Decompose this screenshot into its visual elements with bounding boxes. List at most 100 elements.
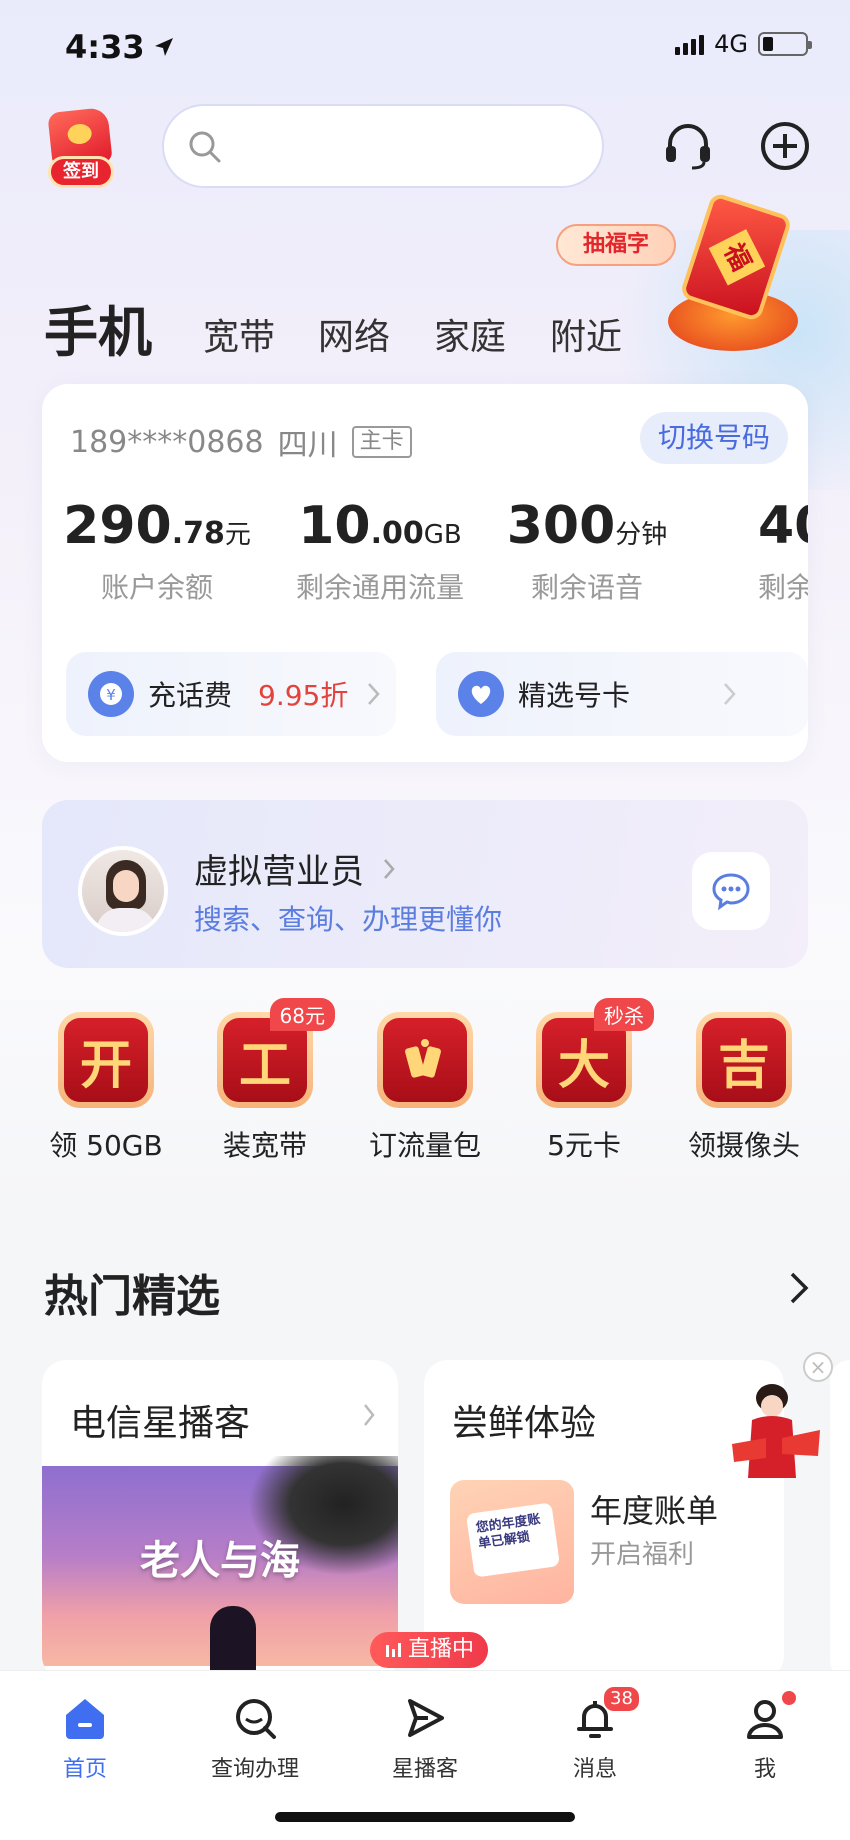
quick-item-data-pack[interactable]: 订流量包 (355, 1012, 495, 1164)
status-indicators: 4G (675, 30, 812, 58)
tabbar-messages[interactable]: 38 消息 (520, 1685, 670, 1783)
phone-info: 189****0868 四川 主卡 (70, 420, 412, 464)
tabbar-podcast[interactable]: 星播客 (350, 1691, 500, 1783)
card-title: 尝鲜体验 (452, 1403, 597, 1444)
promo-tag: 抽福字 (556, 224, 676, 266)
chevron-right-icon (724, 683, 736, 705)
location-arrow-icon (154, 38, 173, 56)
tab-label: 星播客 (391, 1757, 458, 1782)
tab-label: 消息 (572, 1757, 617, 1782)
search-icon (236, 1699, 276, 1739)
live-podcast-card[interactable]: 电信星播客 老人与海 (42, 1360, 398, 1680)
assistant-title: 虚拟营业员 (194, 852, 364, 892)
chat-bubble-icon (712, 873, 750, 911)
search-icon (189, 131, 221, 163)
battery-icon (758, 32, 812, 56)
virtual-assistant-card[interactable]: 虚拟营业员 搜索、查询、办理更懂你 (42, 800, 808, 968)
cover-title: 老人与海 (140, 1538, 300, 1584)
unread-dot (782, 1691, 796, 1705)
bill-image-text: 您的年度账单已解锁 (465, 1502, 561, 1578)
recharge-button[interactable]: ¥ 充话费 9.95折 (66, 652, 396, 736)
chevron-right-icon (364, 1404, 375, 1426)
account-card: 189****0868 四川 主卡 切换号码 290.78元 账户余额 10.0… (42, 384, 808, 762)
recharge-label: 充话费 (148, 679, 233, 712)
network-type: 4G (714, 30, 748, 58)
chevron-right-icon[interactable] (784, 1268, 814, 1308)
tab-broadband[interactable]: 宽带 (203, 308, 275, 360)
bill-subtitle: 开启福利 (590, 1540, 695, 1570)
live-cover-image: 老人与海 (42, 1456, 398, 1676)
svg-text:¥: ¥ (106, 686, 116, 704)
tab-nearby[interactable]: 附近 (550, 308, 622, 360)
tabbar-me[interactable]: 我 (690, 1691, 840, 1783)
hot-section-title: 热门精选 (44, 1271, 220, 1322)
switch-number-button[interactable]: 切换号码 (639, 412, 788, 464)
phone-number: 189****0868 (70, 424, 264, 460)
card-title: 电信星播客 (70, 1403, 251, 1444)
send-icon (408, 1699, 444, 1737)
stat-label: 账户余额 (100, 571, 213, 604)
home-indicator (275, 1812, 575, 1822)
search-input[interactable] (162, 104, 604, 188)
tab-label: 首页 (62, 1757, 107, 1782)
quick-item-broadband[interactable]: 68元 工 装宽带 (195, 998, 335, 1164)
live-now-pill[interactable]: 直播中 (370, 1632, 489, 1668)
assistant-subtitle: 搜索、查询、办理更懂你 (194, 903, 503, 936)
tab-phone[interactable]: 手机 (44, 288, 152, 367)
kai-icon: 开 (58, 1012, 154, 1108)
tabbar-query[interactable]: 查询办理 (180, 1691, 330, 1783)
assistant-avatar (78, 846, 168, 936)
home-icon (66, 1699, 104, 1739)
bill-title: 年度账单 (590, 1492, 719, 1530)
phone-region: 四川 (277, 428, 338, 463)
tab-label: 我 (753, 1757, 776, 1782)
quick-item-label: 装宽带 (222, 1129, 307, 1162)
firecracker-icon (377, 1012, 473, 1108)
next-card-peek[interactable] (830, 1360, 850, 1680)
stat-label: 剩余语音 (530, 571, 643, 604)
status-time: 4:33 (65, 28, 175, 66)
quick-item-camera[interactable]: 吉 领摄像头 (674, 1012, 814, 1164)
fu-char: 福 (708, 229, 766, 286)
live-bars-icon (386, 1643, 401, 1657)
recharge-discount: 9.95折 (258, 679, 349, 712)
live-pill-label: 直播中 (408, 1637, 475, 1662)
heart-icon (458, 671, 504, 717)
stat-other[interactable]: 40 剩余 (758, 496, 808, 606)
stat-label: 剩余通用流量 (295, 571, 464, 604)
chevron-right-icon (384, 858, 395, 879)
tab-label: 查询办理 (210, 1757, 299, 1782)
yen-icon: ¥ (88, 671, 134, 717)
assistant-title-row: 虚拟营业员 (194, 844, 396, 893)
card-type-badge: 主卡 (351, 426, 412, 458)
quick-item-label: 订流量包 (368, 1129, 481, 1162)
chat-button[interactable] (692, 852, 770, 930)
quick-item-label: 5元卡 (547, 1129, 621, 1162)
ji-icon: 吉 (696, 1012, 792, 1108)
price-badge: 68元 (269, 998, 335, 1031)
message-count-badge: 38 (602, 1685, 641, 1713)
time-text: 4:33 (65, 28, 145, 66)
signal-icon (675, 33, 705, 55)
flash-sale-badge: 秒杀 (594, 998, 654, 1031)
stat-balance[interactable]: 290.78元 账户余额 (62, 496, 252, 606)
chevron-right-icon (368, 683, 380, 705)
customer-service-icon[interactable] (660, 118, 716, 174)
select-number-label: 精选号卡 (518, 679, 631, 712)
annual-bill-image: 您的年度账单已解锁 (450, 1480, 574, 1604)
checkin-button[interactable]: 签到 (42, 107, 118, 190)
stat-data[interactable]: 10.00GB 剩余通用流量 (280, 496, 480, 606)
stat-label: 剩余 (758, 571, 808, 604)
checkin-label: 签到 (48, 156, 114, 188)
tabbar-home[interactable]: 首页 (10, 1691, 160, 1783)
quick-item-label: 领 50GB (49, 1129, 163, 1162)
quick-item-50gb[interactable]: 开 领 50GB (36, 1012, 176, 1164)
add-icon[interactable] (757, 118, 813, 174)
quick-item-5yuan-card[interactable]: 秒杀 大 5元卡 (514, 998, 654, 1164)
select-number-button[interactable]: 精选号卡 (436, 652, 808, 736)
user-icon (747, 1700, 783, 1739)
tab-network[interactable]: 网络 (318, 308, 390, 360)
tab-home[interactable]: 家庭 (434, 308, 506, 360)
mascot-girl-icon[interactable] (722, 1378, 822, 1498)
stat-voice[interactable]: 300分钟 剩余语音 (502, 496, 672, 606)
